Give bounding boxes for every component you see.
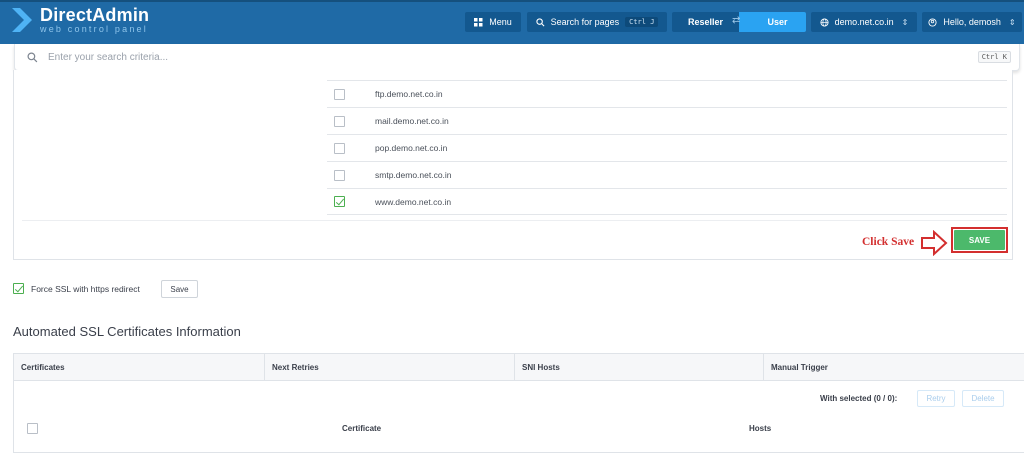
delete-button[interactable]: Delete — [962, 390, 1004, 407]
arrow-right-icon — [921, 230, 948, 256]
menu-button[interactable]: Menu — [465, 12, 521, 32]
domain-checkbox[interactable] — [334, 88, 345, 100]
chevron-updown-icon: ⇕ — [1008, 17, 1016, 27]
domain-checkbox[interactable] — [334, 169, 345, 181]
retry-button[interactable]: Retry — [917, 390, 955, 407]
hello-label: Hello, demosh — [943, 17, 1001, 27]
save-button[interactable]: SAVE — [954, 230, 1005, 250]
top-header: DirectAdmin web control panel Menu Searc… — [0, 0, 1024, 44]
column-header-sni-hosts: SNI Hosts — [514, 354, 763, 381]
section-title: Automated SSL Certificates Information — [13, 324, 241, 339]
domain-checkbox[interactable] — [334, 142, 345, 154]
header-strip — [0, 0, 1024, 2]
role-toggle[interactable]: Reseller User ⇄ — [672, 12, 806, 32]
swap-icon: ⇄ — [732, 15, 741, 26]
domain-name: www.demo.net.co.in — [375, 196, 452, 207]
logo-subtitle: web control panel — [40, 24, 148, 34]
search-icon — [27, 51, 38, 62]
list-item[interactable]: ftp.demo.net.co.in — [327, 80, 1007, 107]
click-save-annotation: Click Save — [862, 236, 915, 248]
reseller-toggle[interactable]: Reseller — [672, 12, 739, 32]
domain-name: smtp.demo.net.co.in — [375, 170, 452, 180]
with-selected-label: With selected (0 / 0): — [820, 394, 898, 403]
grid-icon — [474, 17, 483, 26]
user-circle-icon — [928, 17, 937, 27]
search-pages-shortcut: Ctrl J — [625, 17, 659, 27]
panel-divider — [22, 220, 1007, 221]
subheader-hosts: Hosts — [749, 424, 772, 433]
force-ssl-label: Force SSL with https redirect — [31, 283, 140, 294]
column-header-next-retries: Next Retries — [264, 354, 514, 381]
user-toggle[interactable]: User — [739, 12, 806, 32]
force-ssl-save-button[interactable]: Save — [161, 280, 198, 298]
logo[interactable]: DirectAdmin web control panel — [10, 6, 149, 34]
domain-selection-panel: ftp.demo.net.co.in mail.demo.net.co.in p… — [13, 70, 1013, 260]
search-pages-button[interactable]: Search for pages Ctrl J — [527, 12, 667, 32]
chevron-updown-icon: ⇕ — [901, 17, 909, 27]
force-ssl-checkbox[interactable] — [13, 283, 24, 294]
logo-title: DirectAdmin — [40, 5, 150, 25]
list-item[interactable]: smtp.demo.net.co.in — [327, 161, 1007, 188]
certificates-table: Certificates Next Retries SNI Hosts Manu… — [13, 353, 1024, 453]
select-all-checkbox[interactable] — [27, 423, 38, 434]
domain-list: ftp.demo.net.co.in mail.demo.net.co.in p… — [327, 80, 1007, 215]
force-ssl-option[interactable]: Force SSL with https redirect — [13, 283, 140, 294]
domain-name: mail.demo.net.co.in — [375, 116, 449, 126]
subheader-certificate: Certificate — [342, 424, 382, 433]
domain-checkbox[interactable] — [334, 115, 345, 127]
domain-checkbox[interactable] — [334, 196, 345, 207]
table-header-row: Certificates Next Retries SNI Hosts Manu… — [14, 354, 1024, 381]
search-shortcut: Ctrl K — [977, 51, 1011, 63]
directadmin-logo-icon — [12, 8, 32, 32]
list-item[interactable]: www.demo.net.co.in — [327, 188, 1007, 215]
search-pages-label: Search for pages — [550, 17, 620, 27]
column-header-manual-trigger: Manual Trigger — [763, 354, 1024, 381]
domain-name: pop.demo.net.co.in — [375, 143, 448, 153]
global-search-bar: Ctrl K — [14, 44, 1020, 71]
domain-label: demo.net.co.in — [834, 17, 894, 27]
list-item[interactable]: mail.demo.net.co.in — [327, 107, 1007, 134]
logo-text: DirectAdmin web control panel — [40, 6, 149, 34]
search-icon — [535, 17, 545, 26]
column-header-certificates: Certificates — [21, 363, 65, 372]
list-item[interactable]: pop.demo.net.co.in — [327, 134, 1007, 161]
user-menu[interactable]: Hello, demosh ⇕ — [922, 12, 1022, 32]
globe-icon — [820, 17, 829, 27]
domain-selector[interactable]: demo.net.co.in ⇕ — [811, 12, 917, 32]
search-input[interactable] — [48, 51, 948, 63]
menu-label: Menu — [489, 17, 512, 27]
domain-name: ftp.demo.net.co.in — [375, 89, 443, 99]
